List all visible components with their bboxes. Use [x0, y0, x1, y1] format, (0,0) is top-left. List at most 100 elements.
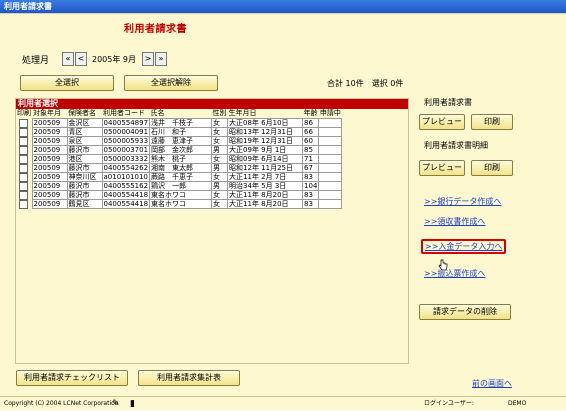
print-checkbox[interactable] — [19, 136, 29, 146]
table-cell: 0400554418 — [101, 199, 151, 209]
table-row[interactable]: 200509 金沢区 0400554897 浅井 千枝子女大正08年 6月10日 86 — [16, 118, 343, 128]
print-checkbox[interactable] — [19, 199, 29, 209]
last-month-button[interactable]: » — [155, 52, 167, 66]
bank-data-link[interactable]: >>銀行データ作成へ — [424, 196, 501, 207]
receipt-link[interactable]: >>領収書作成へ — [424, 216, 485, 227]
login-user-value: DEMO — [508, 400, 527, 407]
table-cell: 85 — [302, 145, 320, 155]
login-user-label: ログインユーザー: — [424, 400, 474, 407]
print-checkbox[interactable] — [19, 181, 29, 191]
table-row[interactable]: 200509 鶴見区 0400554418 東名ホワコ女大正11年 8月20日 83 — [16, 199, 343, 209]
table-cell: 青区 — [66, 127, 103, 137]
table-cell: 男 — [211, 163, 229, 173]
table-row[interactable]: 200509 藤沢市 0400554262 湘南 東太郎男昭和12年 11月25日 67 — [16, 163, 343, 173]
table-cell: 200509 — [31, 190, 68, 200]
table-cell: 200509 — [31, 154, 68, 164]
table-cell: 0500003332 — [101, 154, 151, 164]
table-cell: 0400554262 — [101, 163, 151, 173]
checklist-button[interactable]: 利用者請求チェックリスト — [16, 370, 128, 386]
deselect-all-button[interactable]: 全選択解除 — [124, 75, 218, 91]
table-cell: 大正08年 6月10日 — [227, 118, 304, 128]
print-checkbox[interactable] — [19, 163, 29, 173]
table-cell: 大正11年 8月20日 — [227, 190, 304, 200]
table-cell: 83 — [302, 190, 320, 200]
invoice-print-button[interactable]: 印刷 — [471, 114, 513, 130]
table-cell: 60 — [302, 136, 320, 146]
table-cell: 200509 — [31, 181, 68, 191]
print-checkbox[interactable] — [19, 127, 29, 137]
selection-summary: 合計 10件 選択 0件 — [327, 79, 404, 88]
print-checkbox-cell — [16, 190, 32, 200]
table-row[interactable]: 200509 港区 0500003332 熊木 桃子女昭和09年 6月14日 71 — [16, 154, 343, 164]
table-cell: 昭和09年 6月14日 — [227, 154, 304, 164]
table-cell: 鶏沢 一郎 — [149, 181, 213, 191]
print-checkbox[interactable] — [19, 145, 29, 155]
table-cell: 浅井 千枝子 — [149, 118, 213, 128]
first-month-button[interactable]: « — [62, 52, 74, 66]
col-header: 氏名 — [150, 109, 165, 117]
table-cell: 大正11年 8月20日 — [227, 199, 304, 209]
summary-report-button[interactable]: 利用者請求集計表 — [138, 370, 240, 386]
transfer-slip-link[interactable]: >>振込票作成へ — [424, 268, 485, 279]
table-cell: 男 — [211, 145, 229, 155]
table-cell: 湘南 東太郎 — [149, 163, 213, 173]
table-row[interactable]: 200509 藤沢市 0400554418 東名ホワコ女大正11年 8月20日 83 — [16, 190, 343, 200]
col-header: 性別 — [212, 109, 227, 117]
page-title: 利用者請求書 — [124, 24, 187, 35]
print-checkbox[interactable] — [19, 154, 29, 164]
table-row[interactable]: 200509 神奈川区 a010101010 蕨路 千恵子女大正11年 2月 7日 83 — [16, 172, 343, 182]
print-checkbox[interactable] — [19, 190, 29, 200]
table-cell: 86 — [302, 118, 320, 128]
back-link[interactable]: 前の画面へ — [472, 378, 512, 389]
user-table: 印刷 対象年月 保険者名 利用者コード 氏名 性別 生年月日 年齢 申請中 20… — [16, 109, 343, 209]
main-panel: 利用者請求書 処理月 « < 2005年 9月 > » 全選択 全選択解除 合計… — [0, 13, 566, 396]
col-header: 対象年月 — [33, 109, 61, 117]
table-cell — [318, 118, 343, 128]
invoice-preview-button[interactable]: プレビュー — [419, 114, 465, 130]
user-grid: 利用者選択 印刷 対象年月 保険者名 利用者コード 氏名 性別 生年月日 年齢 … — [15, 98, 409, 364]
col-header: 印刷 — [17, 109, 31, 118]
table-cell: 0400554418 — [101, 190, 151, 200]
table-cell: 66 — [302, 127, 320, 137]
table-cell: 藤沢市 — [66, 163, 103, 173]
table-cell: 藤沢市 — [66, 145, 103, 155]
table-cell: 0400555162 — [101, 181, 151, 191]
table-cell: 遠藤 恵津子 — [149, 136, 213, 146]
table-cell: 明治34年 5月 3日 — [227, 181, 304, 191]
detail-section-label: 利用者請求書明細 — [424, 141, 488, 150]
copyright-text: Copyright (C) 2004 LCNet Corporation — [4, 400, 119, 407]
print-checkbox[interactable] — [19, 172, 29, 182]
table-row[interactable]: 200509 泉区 0500005933 遠藤 恵津子女昭和19年 12月31日 60 — [16, 136, 343, 146]
delete-invoice-data-button[interactable]: 請求データの削除 — [419, 304, 511, 320]
table-cell: 200509 — [31, 172, 68, 182]
table-cell: 83 — [302, 172, 320, 182]
table-cell — [318, 172, 343, 182]
prev-month-button[interactable]: < — [75, 52, 87, 66]
table-cell: 200509 — [31, 145, 68, 155]
detail-print-button[interactable]: 印刷 — [471, 160, 513, 176]
table-cell: 200509 — [31, 163, 68, 173]
table-cell: 0500005933 — [101, 136, 151, 146]
select-all-button[interactable]: 全選択 — [20, 75, 114, 91]
table-cell: 藤沢市 — [66, 181, 103, 191]
table-row[interactable]: 200509 藤沢市 0400555162 鶏沢 一郎男明治34年 5月 3日 104 — [16, 181, 343, 191]
table-cell: 67 — [302, 163, 320, 173]
table-cell — [318, 163, 343, 173]
table-cell: 0400554897 — [101, 118, 151, 128]
table-cell: 83 — [302, 199, 320, 209]
print-checkbox-cell — [16, 163, 32, 173]
table-cell — [318, 145, 343, 155]
table-cell: 女 — [211, 154, 229, 164]
detail-preview-button[interactable]: プレビュー — [419, 160, 465, 176]
deposit-input-link[interactable]: >>入金データ入力へ — [421, 239, 507, 254]
table-row[interactable]: 200509 青区 0500004091 石川 和子女昭和13年 12月31日 66 — [16, 127, 343, 137]
table-cell: 金沢区 — [66, 118, 103, 128]
table-cell: 熊木 桃子 — [149, 154, 213, 164]
table-cell: 蕨路 千恵子 — [149, 172, 213, 182]
table-row[interactable]: 200509 藤沢市 0500003701 岡部 金次郎男大正09年 9月 1日 85 — [16, 145, 343, 155]
next-month-button[interactable]: > — [142, 52, 154, 66]
print-checkbox[interactable] — [19, 118, 29, 128]
table-cell: 200509 — [31, 199, 68, 209]
table-cell: 泉区 — [66, 136, 103, 146]
print-checkbox-cell — [16, 145, 32, 155]
